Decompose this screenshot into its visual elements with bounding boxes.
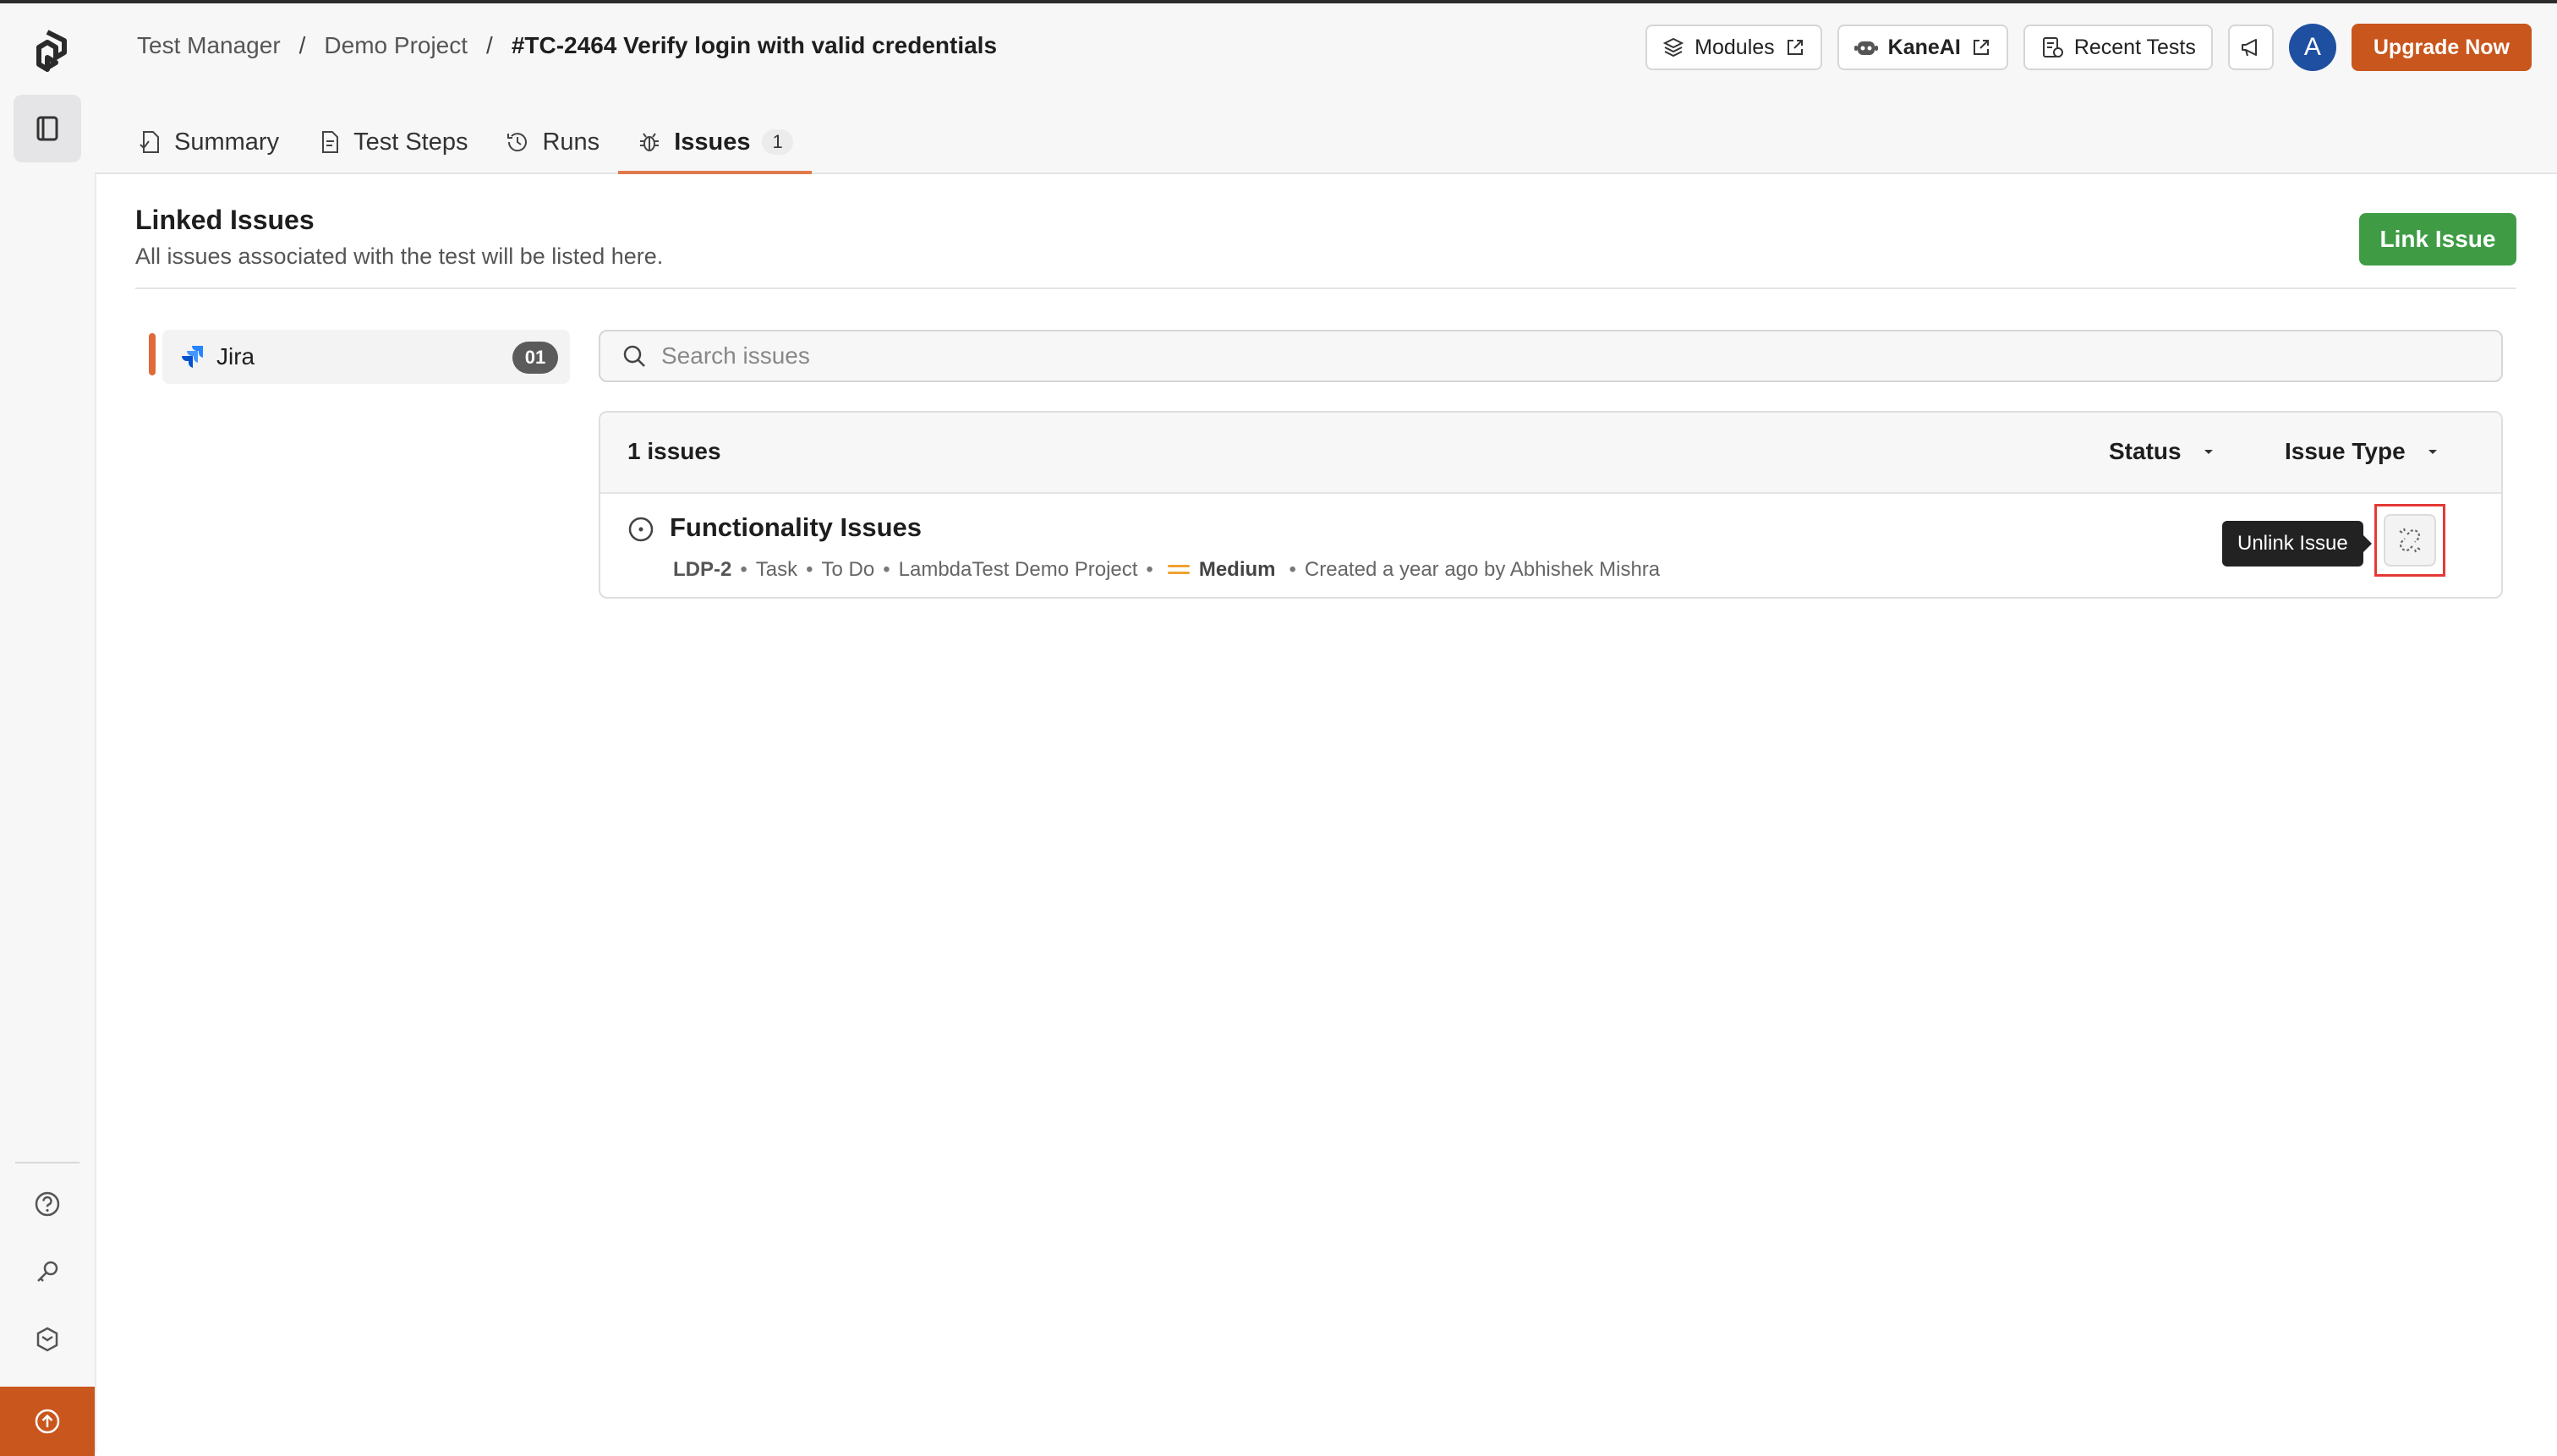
announcements-button[interactable]	[2227, 25, 2274, 70]
megaphone-icon	[2241, 39, 2257, 57]
test-steps-icon	[322, 131, 339, 153]
tab-summary[interactable]: Summary	[137, 112, 298, 172]
issue-title[interactable]: Functionality Issues	[670, 512, 922, 543]
integrations-icon[interactable]	[30, 1322, 64, 1356]
unlink-highlight-box	[2374, 504, 2445, 577]
jira-icon	[182, 346, 203, 368]
issues-panel: 1 issues Status Issue Type Functionality…	[599, 411, 2503, 599]
header-actions: Modules KaneAI Recent Tests A Upgrade No…	[1645, 24, 2532, 71]
status-circle-icon	[628, 517, 654, 542]
app-logo-icon[interactable]	[24, 27, 71, 74]
tab-runs-label: Runs	[542, 128, 600, 156]
upgrade-rail-button[interactable]	[0, 1387, 95, 1456]
meta-separator: •	[740, 558, 747, 581]
issue-type: Task	[755, 558, 798, 581]
caret-down-icon	[2204, 450, 2213, 454]
issue-created: Created a year ago by Abhishek Mishra	[1304, 558, 1661, 581]
issues-panel-header: 1 issues Status Issue Type	[600, 413, 2501, 494]
user-avatar[interactable]: A	[2288, 24, 2336, 71]
breadcrumb-demo-project[interactable]: Demo Project	[324, 32, 468, 59]
tab-runs[interactable]: Runs	[486, 112, 618, 172]
active-integration-indicator	[149, 333, 156, 375]
issue-project: LambdaTest Demo Project	[898, 558, 1138, 581]
integration-count-badge: 01	[512, 342, 558, 374]
history-icon	[507, 133, 528, 152]
issue-type-filter-label: Issue Type	[2285, 438, 2406, 464]
issue-row[interactable]: Functionality Issues LDP-2 • Task • To D…	[600, 494, 2501, 599]
integration-label: Jira	[216, 343, 255, 369]
kaneai-label: KaneAI	[1887, 35, 1961, 59]
search-icon	[623, 345, 645, 367]
tab-issues-label: Issues	[674, 128, 751, 156]
page-subtitle: All issues associated with the test will…	[135, 244, 664, 269]
test-tabs: Summary Test Steps Runs Issues 1	[137, 112, 812, 174]
kaneai-button[interactable]: KaneAI	[1837, 25, 2008, 70]
tab-issues-count: 1	[762, 129, 793, 155]
left-rail	[0, 3, 96, 1456]
breadcrumb-separator: /	[298, 32, 306, 58]
tab-summary-label: Summary	[174, 128, 280, 156]
modules-label: Modules	[1695, 35, 1775, 59]
unlink-icon	[2399, 528, 2421, 553]
search-bar	[599, 330, 2503, 382]
tab-issues[interactable]: Issues 1	[618, 112, 812, 174]
caret-down-icon	[2428, 450, 2437, 454]
breadcrumb: Test Manager / Demo Project / #TC-2464 V…	[137, 32, 997, 59]
meta-separator: •	[1146, 558, 1153, 581]
issue-meta: LDP-2 • Task • To Do • LambdaTest Demo P…	[673, 558, 1660, 582]
breadcrumb-separator: /	[486, 32, 493, 58]
key-icon[interactable]	[30, 1255, 64, 1289]
search-input[interactable]	[660, 331, 2501, 380]
issues-count: 1 issues	[627, 438, 721, 464]
recent-tests-button[interactable]: Recent Tests	[2023, 25, 2213, 70]
unlink-tooltip: Unlink Issue	[2222, 521, 2372, 567]
help-icon[interactable]	[30, 1187, 64, 1221]
rail-divider	[15, 1162, 79, 1163]
link-issue-button[interactable]: Link Issue	[2359, 213, 2516, 265]
breadcrumb-current-test: #TC-2464 Verify login with valid credent…	[511, 32, 998, 58]
meta-separator: •	[883, 558, 890, 581]
bug-icon	[640, 133, 660, 151]
kaneai-robot-icon	[1853, 41, 1878, 55]
issue-status: To Do	[821, 558, 875, 581]
test-manager-nav-button[interactable]	[14, 95, 81, 162]
issue-key[interactable]: LDP-2	[673, 558, 731, 582]
integration-item-jira[interactable]: Jira 01	[162, 330, 570, 384]
tab-test-steps[interactable]: Test Steps	[298, 112, 486, 172]
tab-test-steps-label: Test Steps	[353, 128, 468, 156]
arrow-up-circle-icon	[35, 1409, 60, 1434]
layers-icon	[1662, 37, 1684, 57]
page-title: Linked Issues	[135, 205, 315, 235]
meta-separator: •	[1289, 558, 1296, 581]
issue-type-filter[interactable]: Issue Type	[2285, 438, 2441, 465]
issue-priority: Medium	[1198, 558, 1276, 581]
priority-medium-icon	[1167, 565, 1190, 574]
status-filter-label: Status	[2109, 438, 2182, 464]
external-link-icon	[1973, 40, 1989, 55]
unlink-issue-button[interactable]	[2384, 514, 2436, 567]
modules-button[interactable]: Modules	[1645, 25, 1822, 70]
summary-icon	[140, 131, 159, 153]
book-icon	[36, 116, 58, 141]
recent-tests-label: Recent Tests	[2073, 35, 2196, 59]
meta-separator: •	[806, 558, 813, 581]
section-divider	[135, 287, 2516, 289]
upgrade-now-button[interactable]: Upgrade Now	[2351, 24, 2532, 71]
status-filter[interactable]: Status	[2109, 438, 2217, 465]
recent-tests-icon	[2042, 37, 2063, 57]
external-link-icon	[1787, 40, 1803, 55]
breadcrumb-test-manager[interactable]: Test Manager	[137, 32, 281, 59]
page-header: Test Manager / Demo Project / #TC-2464 V…	[95, 3, 2557, 174]
